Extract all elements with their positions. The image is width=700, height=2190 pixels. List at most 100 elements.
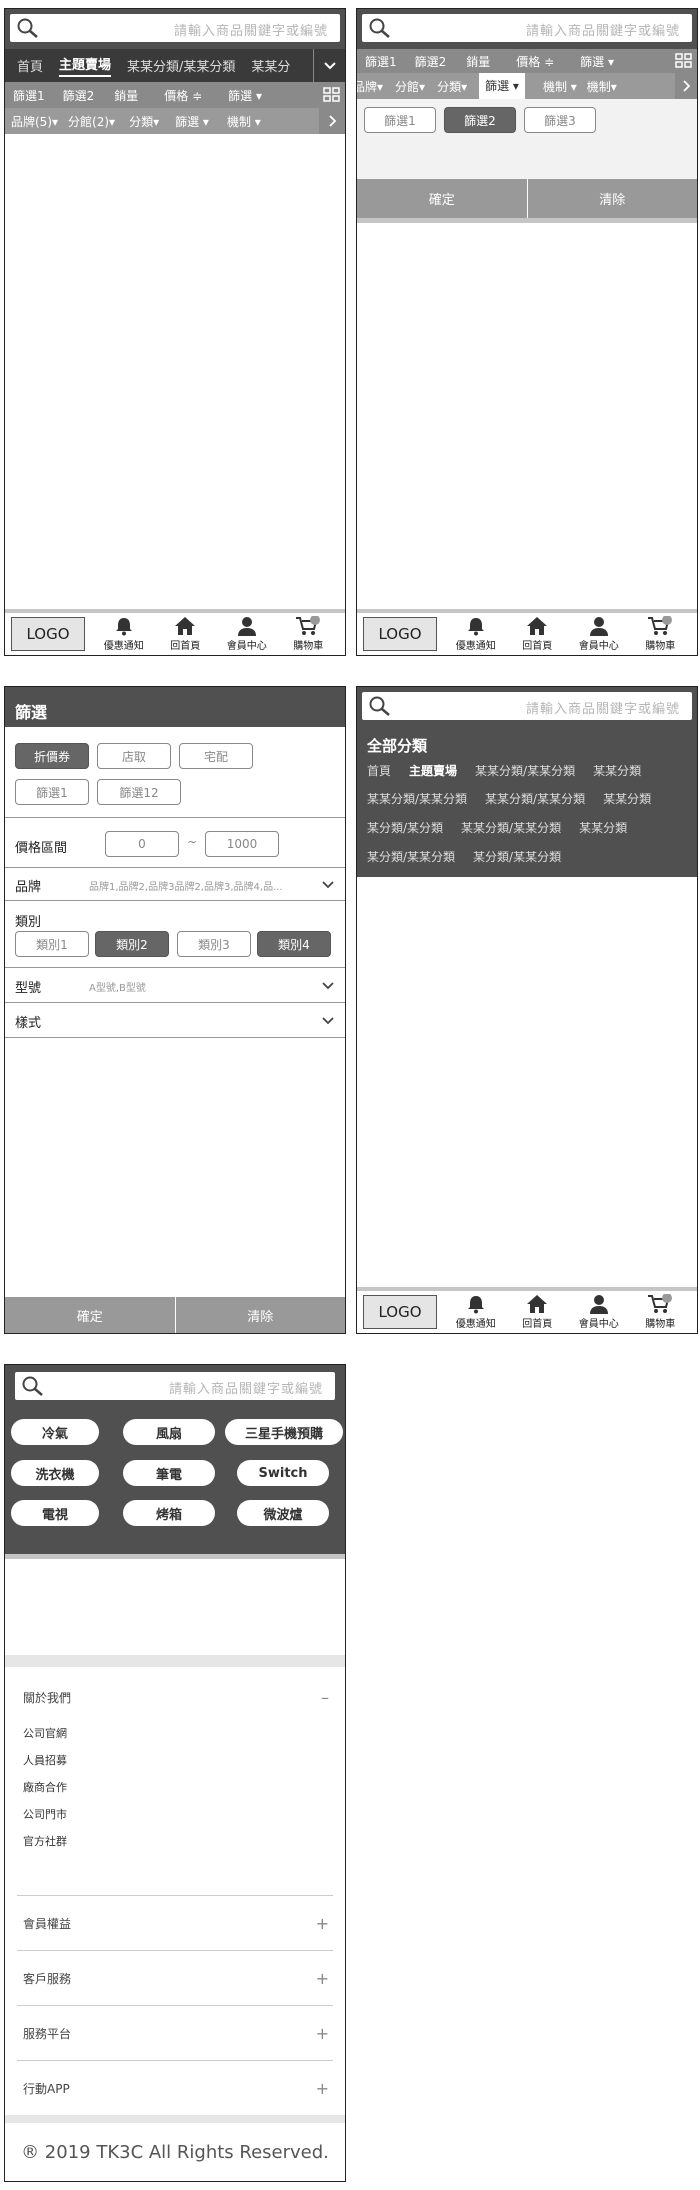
hot-category[interactable]: 三星手機預購 <box>225 1419 343 1445</box>
nav-notify[interactable]: 優惠通知 <box>445 1294 507 1330</box>
section-member-rights[interactable]: 會員權益 + <box>17 1895 333 1950</box>
dropdown-mechanism-2[interactable]: 機制▾ <box>587 78 617 95</box>
nav-home-button[interactable]: 回首頁 <box>155 616 217 652</box>
category-link[interactable]: 某某分類/某某分類 <box>367 790 467 807</box>
tag-filter-12[interactable]: 篩選12 <box>97 779 181 805</box>
nav-member[interactable]: 會員中心 <box>568 616 630 652</box>
about-link[interactable]: 廠商合作 <box>23 1779 67 1795</box>
search-input[interactable]: 請輸入商品關鍵字或編號 <box>15 1372 335 1400</box>
nav-cart[interactable]: 購物車 <box>278 616 340 652</box>
type-option-4[interactable]: 類別4 <box>257 931 331 957</box>
nav-notify[interactable]: 優惠通知 <box>445 616 507 652</box>
nav-notify[interactable]: 優惠通知 <box>93 616 155 652</box>
about-link[interactable]: 公司門市 <box>23 1806 67 1822</box>
confirm-button[interactable]: 確定 <box>357 179 528 218</box>
about-header[interactable]: 關於我們 – <box>17 1685 333 1709</box>
dropdown-hall[interactable]: 分館(2)▾ <box>68 113 115 130</box>
type-option-2[interactable]: 類別2 <box>95 931 169 957</box>
tag-store-pickup[interactable]: 店取 <box>97 743 171 769</box>
hot-category[interactable]: Switch <box>237 1460 329 1486</box>
nav-home-button[interactable]: 回首頁 <box>507 616 569 652</box>
category-link[interactable]: 某某分類/某某分類 <box>475 762 575 779</box>
clear-button[interactable]: 清除 <box>527 179 697 218</box>
about-link[interactable]: 官方社群 <box>23 1833 67 1849</box>
nav-home-button[interactable]: 回首頁 <box>507 1294 569 1330</box>
nav-member[interactable]: 會員中心 <box>216 616 278 652</box>
logo-button[interactable]: LOGO <box>11 617 85 651</box>
brand-row[interactable]: 品牌 品牌1,品牌2,品牌3品牌2,品牌3,品牌4,品... <box>5 868 345 900</box>
category-link[interactable]: 某某分類/某某分類 <box>485 790 585 807</box>
tag-coupon[interactable]: 折價券 <box>15 743 89 769</box>
dropdown-brand[interactable]: 品牌▾ <box>357 78 383 95</box>
category-link[interactable]: 某分類/某分類 <box>367 819 443 836</box>
tag-home-delivery[interactable]: 宅配 <box>179 743 253 769</box>
dropdown-hall[interactable]: 分館▾ <box>395 78 425 95</box>
hot-category[interactable]: 微波爐 <box>237 1500 329 1526</box>
category-link[interactable]: 某某分類 <box>593 762 641 779</box>
filter-1[interactable]: 篩選1 <box>13 87 45 104</box>
chip-filter-3[interactable]: 篩選3 <box>524 107 596 133</box>
dropdown-filter[interactable]: 篩選 ▾ <box>175 113 209 130</box>
grid-view-button[interactable] <box>675 53 693 72</box>
nav-theme[interactable]: 主題賣場 <box>59 54 112 77</box>
dropdown-category[interactable]: 分類▾ <box>437 78 467 95</box>
price-max-input[interactable]: 1000 <box>205 831 279 857</box>
hot-category[interactable]: 風扇 <box>123 1419 215 1445</box>
filter-select[interactable]: 篩選 ▾ <box>580 53 614 70</box>
style-row[interactable]: 樣式 <box>5 1003 345 1037</box>
filter-price[interactable]: 價格 ≑ <box>516 53 554 70</box>
filter-2[interactable]: 篩選2 <box>63 87 95 104</box>
filter-2[interactable]: 篩選2 <box>415 53 447 70</box>
nav-expand-button[interactable] <box>313 49 345 82</box>
filter-1[interactable]: 篩選1 <box>365 53 397 70</box>
hot-category[interactable]: 冷氣 <box>11 1419 99 1445</box>
nav-cart[interactable]: 購物車 <box>630 1294 692 1330</box>
grid-view-button[interactable] <box>323 87 341 106</box>
category-link[interactable]: 某某分類 <box>603 790 651 807</box>
chip-filter-2[interactable]: 篩選2 <box>444 107 516 133</box>
section-mobile-app[interactable]: 行動APP + <box>17 2060 333 2115</box>
chip-filter-1[interactable]: 篩選1 <box>364 107 436 133</box>
dropdown-category[interactable]: 分類▾ <box>129 113 159 130</box>
scroll-right-button[interactable] <box>675 73 697 99</box>
hot-category[interactable]: 洗衣機 <box>11 1460 99 1486</box>
filter-select[interactable]: 篩選 ▾ <box>228 87 262 104</box>
about-link[interactable]: 人員招募 <box>23 1752 67 1768</box>
category-link[interactable]: 首頁 <box>367 762 391 779</box>
filter-price[interactable]: 價格 ≑ <box>164 87 202 104</box>
about-link[interactable]: 公司官網 <box>23 1725 67 1741</box>
type-option-1[interactable]: 類別1 <box>15 931 89 957</box>
nav-home[interactable]: 首頁 <box>17 56 43 75</box>
confirm-button[interactable]: 確定 <box>5 1297 176 1333</box>
dropdown-mechanism[interactable]: 機制 ▾ <box>543 78 577 95</box>
category-link[interactable]: 某分類/某某分類 <box>367 848 455 865</box>
category-link[interactable]: 某分類/某某分類 <box>473 848 561 865</box>
model-row[interactable]: 型號 A型號,B型號 <box>5 968 345 1002</box>
type-option-3[interactable]: 類別3 <box>177 931 251 957</box>
price-min-input[interactable]: 0 <box>105 831 179 857</box>
hot-category[interactable]: 電視 <box>11 1500 99 1526</box>
scroll-right-button[interactable] <box>319 108 345 134</box>
category-link-active[interactable]: 主題賣場 <box>409 762 457 779</box>
search-input[interactable]: 請輸入商品關鍵字或編號 <box>362 692 692 720</box>
logo-button[interactable]: LOGO <box>363 1295 437 1329</box>
logo-button[interactable]: LOGO <box>363 617 437 651</box>
section-customer-service[interactable]: 客戶服務 + <box>17 1950 333 2005</box>
search-input[interactable]: 請輸入商品關鍵字或編號 <box>362 14 692 42</box>
hot-category[interactable]: 筆電 <box>123 1460 215 1486</box>
search-input[interactable]: 請輸入商品關鍵字或編號 <box>10 14 340 42</box>
nav-member[interactable]: 會員中心 <box>568 1294 630 1330</box>
section-service-platform[interactable]: 服務平台 + <box>17 2005 333 2060</box>
hot-category[interactable]: 烤箱 <box>123 1500 215 1526</box>
nav-category[interactable]: 某某分類/某某分類 <box>127 56 235 75</box>
clear-button[interactable]: 清除 <box>175 1297 345 1333</box>
category-link[interactable]: 某某分類/某某分類 <box>461 819 561 836</box>
nav-cart[interactable]: 購物車 <box>630 616 692 652</box>
category-link[interactable]: 某某分類 <box>579 819 627 836</box>
dropdown-filter-active[interactable]: 篩選 ▾ <box>479 73 525 99</box>
dropdown-mechanism[interactable]: 機制 ▾ <box>227 113 261 130</box>
dropdown-brand[interactable]: 品牌(5)▾ <box>11 113 58 130</box>
tag-filter-1[interactable]: 篩選1 <box>15 779 89 805</box>
nav-category-2[interactable]: 某某分 <box>251 56 290 75</box>
filter-sales[interactable]: 銷量 <box>114 87 138 104</box>
